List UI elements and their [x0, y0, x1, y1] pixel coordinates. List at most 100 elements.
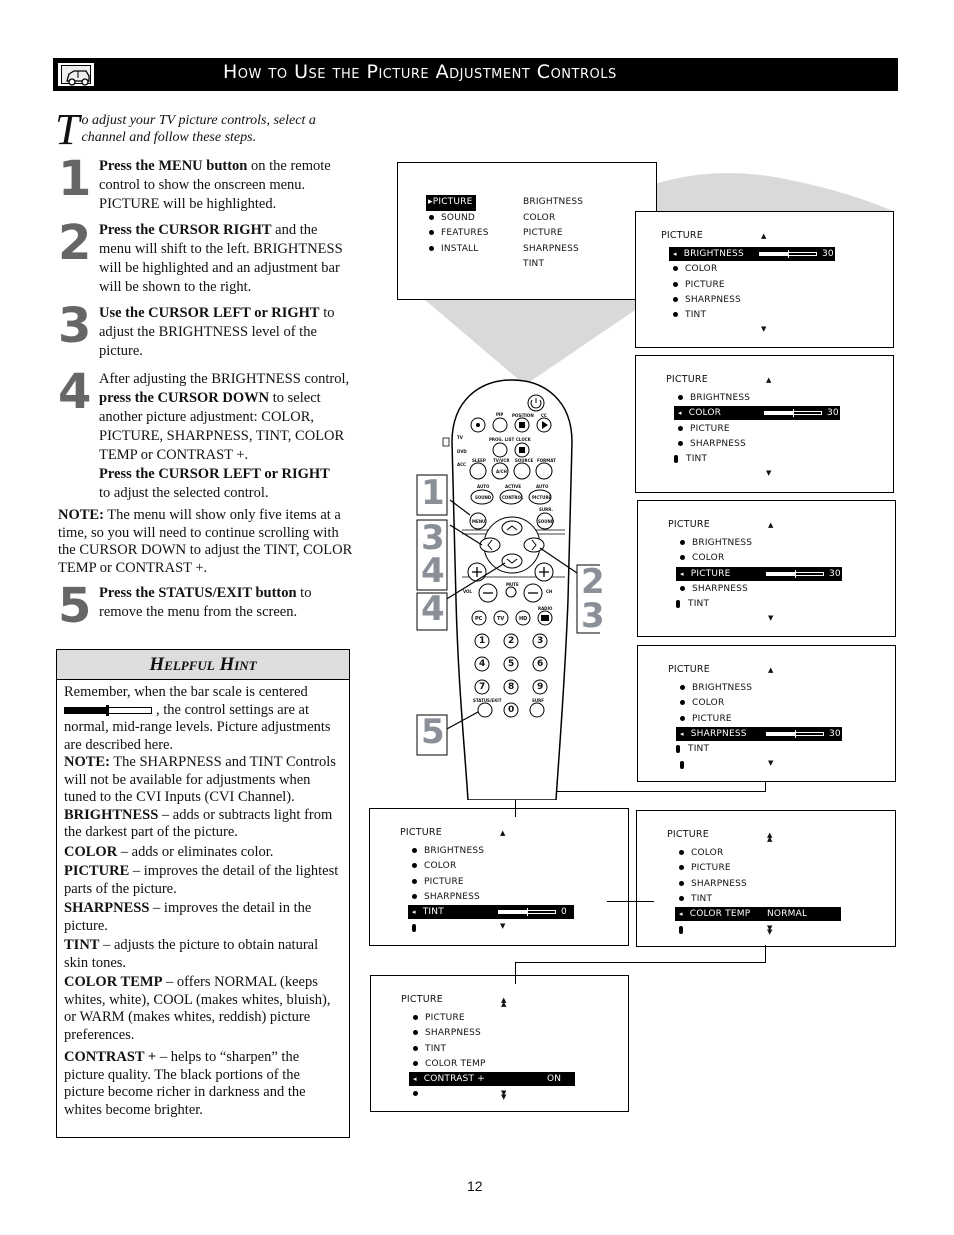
surr-sound-button[interactable]: SOUND [538, 519, 554, 524]
adjust-slider[interactable] [766, 729, 824, 738]
digit-button-1[interactable]: 1 [479, 636, 485, 646]
digit-button-4[interactable]: 4 [479, 659, 485, 669]
slider-knob[interactable] [795, 729, 796, 738]
scroll-up-icon: ▲ [768, 666, 774, 674]
digit-button-8[interactable]: 8 [508, 682, 514, 692]
ach-button[interactable]: A/CH [496, 469, 507, 474]
menu-item[interactable]: SHARPNESS [676, 582, 826, 596]
menu-item[interactable]: ◂ PICTURE 30 [676, 566, 842, 581]
digit-button-2[interactable]: 2 [508, 636, 514, 646]
digit-button-0[interactable]: 0 [508, 705, 514, 715]
menu-item[interactable]: TINT [674, 452, 824, 466]
scroll-down-icon: ▼ [768, 613, 774, 622]
scroll-down-icon: ▼ [766, 468, 772, 477]
digit-button-5[interactable]: 5 [508, 659, 514, 669]
auto-picture-button[interactable]: PICTURE [532, 495, 551, 500]
menu-item[interactable]: PICTURE [674, 422, 824, 436]
more-items-icon [680, 760, 684, 769]
menu-item[interactable]: ◂ COLOR TEMP NORMAL [675, 907, 841, 922]
menu-item[interactable]: ◂ CONTRAST + ON [409, 1072, 575, 1087]
digit-button-7[interactable]: 7 [479, 682, 485, 692]
digit-button-6[interactable]: 6 [537, 659, 543, 669]
menu-item[interactable]: SHARPNESS [408, 890, 558, 904]
menu-item[interactable]: ◂ SHARPNESS 30 [676, 726, 842, 741]
menu-item[interactable]: PICTURE [675, 861, 825, 875]
picture-menu-screen-sharpness: PICTURE ▲ BRIGHTNESS COLOR PICTURE ◂ SHARPNESS… [637, 645, 896, 782]
menu-item[interactable]: BRIGHTNESS [408, 844, 558, 858]
menu-item[interactable]: SHARPNESS [669, 293, 819, 307]
more-items-icon [412, 923, 416, 932]
menu-item-label: SHARPNESS [424, 891, 480, 902]
adjust-slider[interactable] [759, 250, 817, 258]
menu-item[interactable]: ◂ BRIGHTNESS 30 [669, 247, 835, 261]
adjust-slider[interactable] [766, 569, 824, 578]
active-label: ACTIVE [505, 484, 522, 489]
vol-label: VOL [463, 589, 472, 594]
menu-item[interactable]: SHARPNESS [409, 1026, 559, 1040]
slider-fill [499, 911, 527, 914]
left-arrow-icon: ◂ [680, 729, 684, 738]
digit-button-3[interactable]: 3 [537, 636, 543, 646]
tv-button[interactable]: TV [497, 616, 504, 622]
menu-item[interactable]: ◂ TINT 0 [408, 905, 574, 920]
adjust-slider[interactable] [764, 409, 822, 418]
menu-item[interactable]: SHARPNESS [674, 437, 824, 451]
menu-item-label: PICTURE [692, 713, 732, 724]
connector-line [515, 962, 516, 984]
menu-item-label: SHARPNESS [691, 878, 747, 889]
menu-item-label: PICTURE [424, 876, 464, 887]
menu-item[interactable]: PICTURE [676, 712, 826, 726]
more-items-icon [679, 925, 683, 934]
scroll-down-icon: ▼ [500, 921, 506, 930]
menu-item[interactable]: COLOR [675, 846, 825, 860]
slider-knob[interactable] [788, 250, 789, 258]
adjust-slider[interactable] [498, 908, 556, 917]
digit-button-9[interactable]: 9 [537, 682, 543, 692]
menu-item-label: BRIGHTNESS [692, 683, 753, 693]
menu-item[interactable]: PICTURE [408, 875, 558, 889]
callout-step-4: 4 [421, 551, 445, 591]
bullet-icon [678, 395, 683, 400]
prog-list-label: PROG. LIST [489, 437, 515, 442]
adjust-value: 30 [829, 728, 841, 739]
active-control-button[interactable]: CONTROL [502, 495, 523, 500]
menu-item[interactable]: TINT [675, 892, 825, 906]
slider-fill [765, 412, 793, 415]
menu-item[interactable]: TINT [676, 597, 826, 611]
picture-menu-screen-color: PICTURE ▲ BRIGHTNESS ◂ COLOR 30 PICTURE SHARPNE… [635, 355, 894, 493]
menu-item-label: COLOR TEMP [689, 909, 751, 920]
adjust-value: 0 [561, 907, 567, 918]
menu-item[interactable]: TINT [676, 742, 826, 756]
menu-item[interactable]: COLOR [408, 859, 558, 873]
menu-item[interactable]: BRIGHTNESS [676, 681, 826, 695]
menu-item[interactable]: PICTURE [409, 1011, 559, 1025]
menu-button[interactable]: MENU [472, 519, 485, 524]
menu-item[interactable]: SHARPNESS [675, 877, 825, 891]
menu-item[interactable]: ◂ COLOR 30 [674, 406, 840, 421]
menu-item-label: BRIGHTNESS [424, 846, 485, 856]
menu-item-label: BRIGHTNESS [692, 538, 753, 548]
menu-item[interactable]: BRIGHTNESS [676, 536, 826, 550]
auto-sound-button[interactable]: SOUND [475, 495, 491, 500]
pc-button[interactable]: PC [475, 616, 482, 622]
more-items-icon [676, 744, 680, 753]
menu-item[interactable]: COLOR [676, 551, 826, 565]
menu-item[interactable]: COLOR [676, 696, 826, 710]
cc-label: CC [541, 413, 547, 418]
menu-item[interactable]: COLOR TEMP [409, 1057, 559, 1071]
scroll-down-double-icon: ▼ ▼ [501, 1088, 507, 1101]
hd-button[interactable]: HD [519, 616, 527, 622]
slider-knob[interactable] [527, 908, 528, 917]
menu-item[interactable]: TINT [409, 1042, 559, 1056]
setting-value: ON [547, 1074, 562, 1085]
menu-item[interactable]: TINT [669, 308, 819, 322]
menu-item[interactable]: COLOR [669, 262, 819, 276]
scroll-up-icon: ▲ [768, 521, 774, 529]
menu-item[interactable]: BRIGHTNESS [674, 391, 824, 405]
menu-item-label: COLOR [692, 553, 725, 564]
slider-knob[interactable] [793, 409, 794, 418]
menu-item[interactable]: PICTURE [669, 278, 819, 292]
connector-line [515, 962, 766, 963]
slider-knob[interactable] [795, 569, 796, 578]
menu-item-label: TINT [686, 454, 708, 465]
